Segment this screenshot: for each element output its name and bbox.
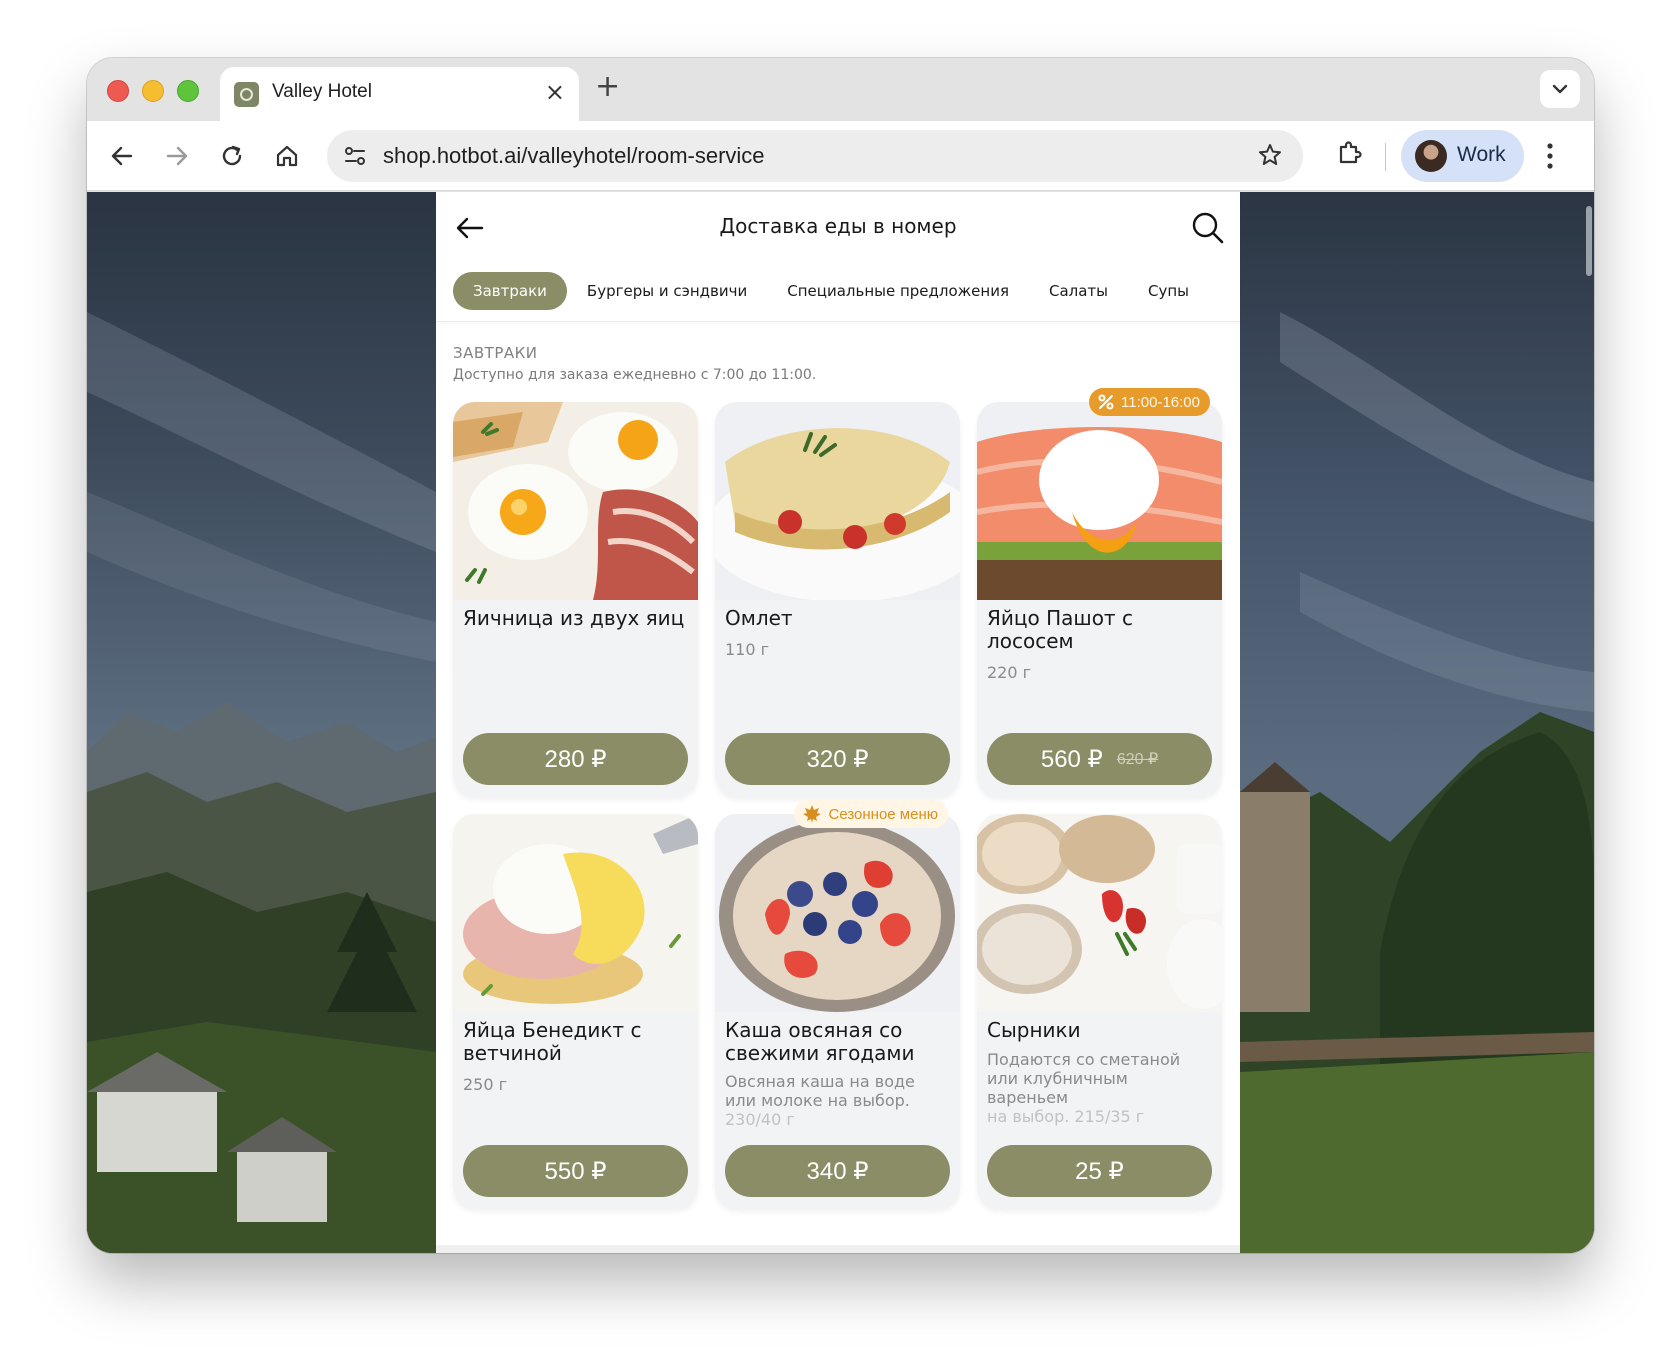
percent-icon [1098,394,1114,410]
search-icon[interactable] [1188,208,1228,248]
price-button[interactable]: 550 ₽ [463,1145,688,1197]
favicon-icon [234,82,259,107]
price: 280 ₽ [544,745,607,773]
dish-name: Яйца Бенедикт с ветчиной [463,1018,642,1065]
old-price: 620 ₽ [1116,751,1159,768]
tab-soups[interactable]: Супы [1128,272,1209,310]
room-service-app: Доставка еды в номер Завтраки Бургеры и … [436,192,1240,1253]
background-landscape-right [1240,192,1594,1253]
browser-tab[interactable]: Valley Hotel × [220,67,579,121]
maximize-window-button[interactable] [177,80,199,102]
price: 25 ₽ [1075,1157,1124,1185]
tab-strip: Valley Hotel × + [87,58,1594,121]
menu-card[interactable]: Сезонное меню Каша овсяная со свежими яг… [715,800,960,1209]
category-tabs: Завтраки Бургеры и сэндвичи Специальные … [453,272,1209,310]
maple-leaf-icon [803,805,822,823]
price-button[interactable]: 340 ₽ [725,1145,950,1197]
dish-image[interactable] [453,402,698,600]
dish-name: Яйцо Пашот с лососем [987,606,1133,653]
tab-burgers-sandwiches[interactable]: Бургеры и сэндвичи [567,272,767,310]
profile-label: Work [1457,143,1506,166]
app-header: Доставка еды в номер Завтраки Бургеры и … [436,192,1240,322]
dish-weight: 250 г [463,1075,508,1094]
toolbar-separator [1385,143,1386,171]
dish-name: Яичница из двух яиц [463,606,685,630]
site-settings-icon[interactable] [341,142,369,170]
back-icon[interactable] [105,139,139,173]
dish-image[interactable] [977,402,1222,600]
discount-badge: 11:00-16:00 [1089,388,1210,416]
dish-image[interactable] [715,814,960,1012]
price: 320 ₽ [806,745,869,773]
dish-description: Овсяная каша на воде или молоке на выбор… [725,1072,950,1129]
tab-search-button[interactable] [1540,70,1580,108]
url-text[interactable]: shop.hotbot.ai/valleyhotel/room-service [383,143,765,169]
scrollbar[interactable] [1586,206,1592,276]
section-title: ЗАВТРАКИ [453,344,538,362]
tab-special-offers[interactable]: Специальные предложения [767,272,1029,310]
forward-icon[interactable] [160,139,194,173]
price-button[interactable]: 560 ₽ 620 ₽ [987,733,1212,785]
close-window-button[interactable] [107,80,129,102]
menu-card[interactable]: Яичница из двух яиц 280 ₽ [453,402,698,797]
background-landscape-left [87,192,436,1253]
dish-name: Каша овсяная со свежими ягодами [725,1018,915,1065]
new-tab-button[interactable]: + [595,70,620,104]
menu-card[interactable]: 11:00-16:00 Яйцо Пашот с лососем 220 г 5… [977,388,1222,797]
menu-card[interactable]: Омлет 110 г 320 ₽ [715,402,960,797]
profile-button[interactable]: Work [1401,130,1524,182]
badge-label: 11:00-16:00 [1121,393,1200,411]
dish-name: Сырники [987,1018,1081,1042]
badge-label: Сезонное меню [828,805,938,823]
browser-window: Valley Hotel × + shop.hotbot.ai/valleyho… [87,58,1594,1253]
reload-icon[interactable] [215,139,249,173]
tab-close-icon[interactable]: × [545,79,565,105]
dish-weight: 230/40 г [725,1110,795,1129]
page-viewport: Доставка еды в номер Завтраки Бургеры и … [87,192,1594,1253]
menu-card[interactable]: Яйца Бенедикт с ветчиной 250 г 550 ₽ [453,814,698,1209]
price: 560 ₽ [1040,745,1103,773]
section-subtitle: Доступно для заказа ежедневно с 7:00 до … [453,367,817,383]
avatar [1415,140,1447,172]
extensions-icon[interactable] [1335,138,1365,168]
chevron-down-icon [1552,84,1568,94]
dish-description: Подаются со сметаной или клубничным варе… [987,1050,1212,1126]
dish-image[interactable] [977,814,1222,1012]
star-icon[interactable] [1257,142,1283,168]
dish-description-text: Овсяная каша на воде или молоке на выбор… [725,1072,915,1110]
price-button[interactable]: 25 ₽ [987,1145,1212,1197]
address-bar[interactable]: shop.hotbot.ai/valleyhotel/room-service [327,130,1303,182]
dish-weight: 220 г [987,663,1032,682]
minimize-window-button[interactable] [142,80,164,102]
tab-breakfast[interactable]: Завтраки [453,272,567,310]
dish-name: Омлет [725,606,793,630]
bottom-divider [436,1245,1240,1253]
dish-image[interactable] [715,402,960,600]
tab-title: Valley Hotel [272,81,372,102]
seasonal-badge: Сезонное меню [794,800,948,828]
dish-description-text: Подаются со сметаной или клубничным варе… [987,1050,1181,1107]
home-icon[interactable] [270,139,304,173]
price: 550 ₽ [544,1157,607,1185]
tab-salads[interactable]: Салаты [1029,272,1128,310]
browser-toolbar: shop.hotbot.ai/valleyhotel/room-service … [87,121,1594,191]
dish-weight: 110 г [725,640,770,659]
page-title: Доставка еды в номер [719,214,957,238]
menu-grid: Яичница из двух яиц 280 ₽ Омлет 110 г 32… [453,388,1222,1209]
kebab-icon[interactable] [1545,141,1555,171]
dish-weight: на выбор. 215/35 г [987,1107,1145,1126]
price-button[interactable]: 280 ₽ [463,733,688,785]
menu-card[interactable]: Сырники Подаются со сметаной или клубнич… [977,814,1222,1209]
dish-image[interactable] [453,814,698,1012]
price: 340 ₽ [806,1157,869,1185]
price-button[interactable]: 320 ₽ [725,733,950,785]
